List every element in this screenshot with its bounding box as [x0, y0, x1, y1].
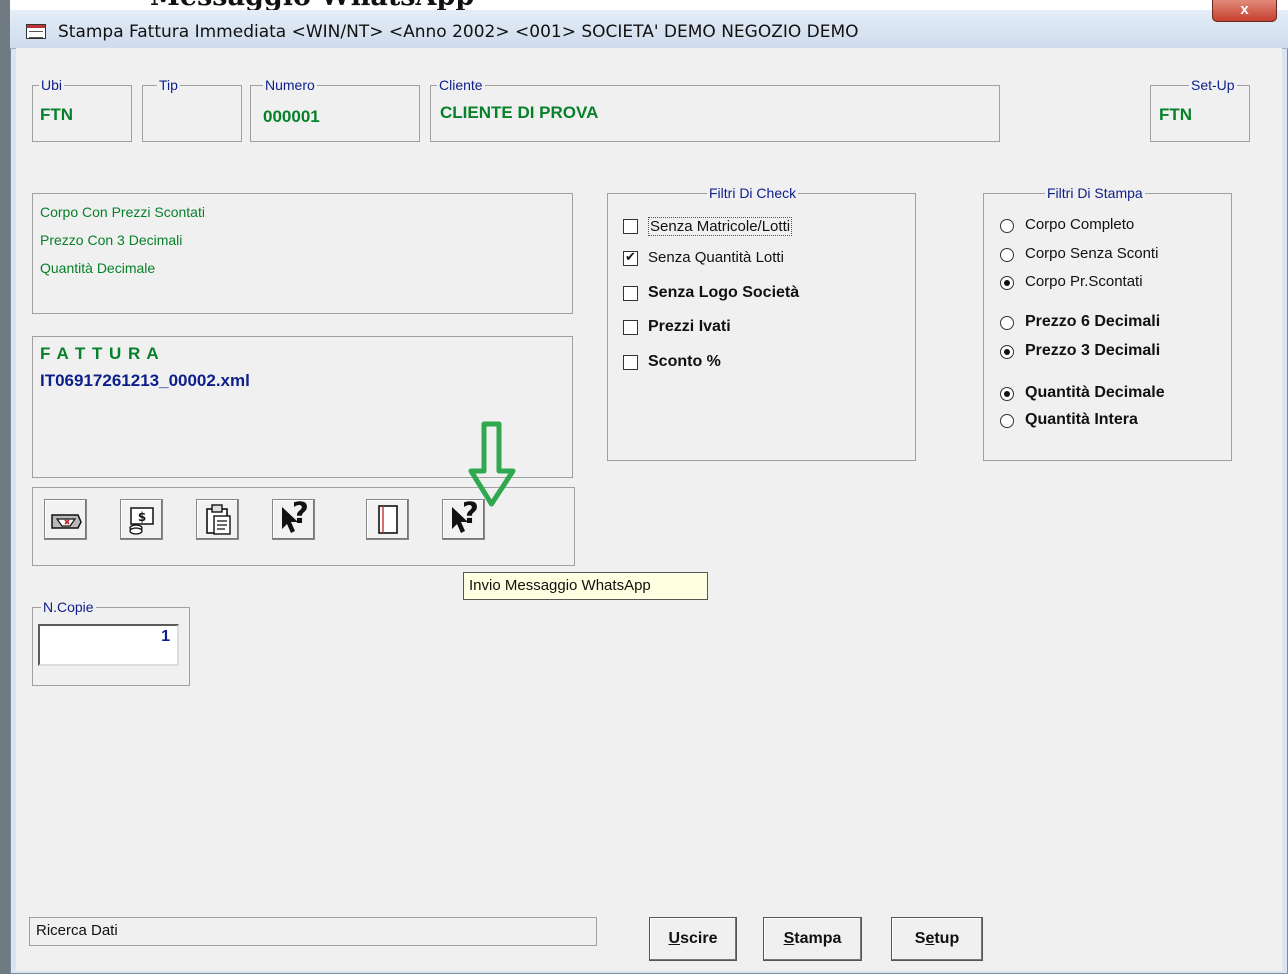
radio-corpo-senza-sconti[interactable] [1000, 248, 1014, 262]
settings-info-panel: Corpo Con Prezzi Scontati Prezzo Con 3 D… [32, 193, 573, 314]
print-label: tampa [794, 930, 842, 947]
check-filters-title: Filtri Di Check [707, 185, 799, 201]
checkbox-label: Senza Matricole/Lotti [648, 217, 793, 236]
radio-label: Corpo Completo [1025, 216, 1135, 233]
cropped-heading-text: Messaggio WhatsApp [150, 0, 474, 10]
cliente-value[interactable]: CLIENTE DI PROVA [440, 103, 598, 123]
numero-value[interactable]: 000001 [263, 107, 320, 127]
svg-text:$: $ [137, 510, 145, 524]
checkbox-senza-logo[interactable] [623, 286, 638, 301]
checkbox-label: Senza Logo Società [648, 284, 800, 301]
checkbox-senza-quantita-lotti[interactable] [623, 249, 638, 266]
numero-label: Numero [263, 77, 317, 93]
toolbar-button-page[interactable] [366, 499, 409, 540]
radio-corpo-pr-scontati[interactable] [1000, 276, 1014, 290]
info-line: Prezzo Con 3 Decimali [40, 232, 183, 248]
setup-first: S [914, 930, 926, 947]
radio-label: Quantità Intera [1025, 411, 1138, 428]
toolbar-button-money[interactable]: $ [120, 499, 163, 540]
setup-mnemonic: e [925, 930, 935, 947]
radio-corpo-completo[interactable] [1000, 219, 1014, 233]
cliente-group: Cliente CLIENTE DI PROVA [430, 77, 1000, 142]
exit-mnemonic: U [668, 930, 681, 947]
info-line: Corpo Con Prezzi Scontati [40, 204, 205, 220]
print-button[interactable]: Stampa [763, 917, 862, 961]
cropped-heading: Messaggio WhatsApp [0, 0, 1288, 10]
copies-label: N.Copie [41, 599, 96, 615]
checkbox-senza-matricole[interactable] [623, 219, 638, 234]
page-icon [377, 505, 398, 534]
print-mnemonic: S [783, 930, 795, 947]
document-type: F A T T U R A [40, 344, 160, 363]
checkbox-label: Sconto % [648, 353, 721, 370]
money-icon: $ [128, 507, 154, 535]
ubi-label: Ubi [39, 77, 65, 93]
numero-group: Numero 000001 [250, 77, 420, 142]
tip-label: Tip [157, 77, 180, 93]
radio-label: Prezzo 3 Decimali [1025, 342, 1161, 359]
setup-button[interactable]: Setup [891, 917, 983, 961]
print-filters-group: Filtri Di Stampa Corpo Completo Corpo Se… [983, 185, 1232, 461]
radio-label: Prezzo 6 Decimali [1025, 313, 1161, 330]
toolbar-button-help[interactable]: ? [272, 496, 315, 540]
ubi-value[interactable]: FTN [40, 105, 73, 125]
checkbox-sconto[interactable] [623, 355, 638, 370]
exit-label: scire [680, 930, 718, 947]
toolbar-button-clipboard[interactable] [196, 499, 239, 540]
checkbox-prezzi-ivati[interactable] [623, 320, 638, 335]
exit-button[interactable]: Uscire [649, 917, 737, 961]
radio-label: Corpo Pr.Scontati [1025, 273, 1143, 290]
close-icon: x [1240, 1, 1249, 18]
background-strip [0, 0, 10, 974]
highlight-arrow-icon [468, 421, 516, 507]
status-bar: Ricerca Dati [29, 917, 597, 946]
copies-input[interactable]: 1 [38, 624, 179, 666]
ubi-group: Ubi FTN [32, 77, 132, 142]
close-button[interactable]: x [1212, 0, 1277, 22]
toolbar-button-print[interactable] [44, 499, 87, 540]
tip-group: Tip [142, 77, 242, 142]
radio-label: Quantità Decimale [1025, 384, 1165, 401]
info-line: Quantità Decimale [40, 260, 156, 276]
print-filters-title: Filtri Di Stampa [1045, 185, 1145, 201]
setup-label: tup [934, 930, 960, 947]
check-filters-group: Filtri Di Check Senza Matricole/Lotti Se… [607, 185, 916, 461]
radio-quantita-decimale[interactable] [1000, 387, 1014, 401]
radio-prezzo-6-decimali[interactable] [1000, 316, 1014, 330]
radio-prezzo-3-decimali[interactable] [1000, 345, 1014, 359]
setup-label: Set-Up [1189, 77, 1237, 93]
radio-label: Corpo Senza Sconti [1025, 245, 1159, 262]
app-window-icon[interactable] [26, 24, 46, 39]
tooltip: Invio Messaggio WhatsApp [463, 572, 708, 600]
document-filename: IT06917261213_00002.xml [40, 371, 250, 390]
setup-group: Set-Up FTN [1150, 77, 1250, 142]
checkbox-label: Senza Quantità Lotti [648, 249, 784, 266]
clipboard-icon [205, 504, 231, 535]
window-title: Stampa Fattura Immediata <WIN/NT> <Anno … [58, 22, 859, 42]
radio-quantita-intera[interactable] [1000, 414, 1014, 428]
cliente-label: Cliente [437, 77, 485, 93]
printer-icon [50, 514, 82, 529]
help-glyph: ? [292, 496, 309, 530]
checkbox-label: Prezzi Ivati [648, 318, 731, 335]
setup-value[interactable]: FTN [1159, 105, 1192, 125]
